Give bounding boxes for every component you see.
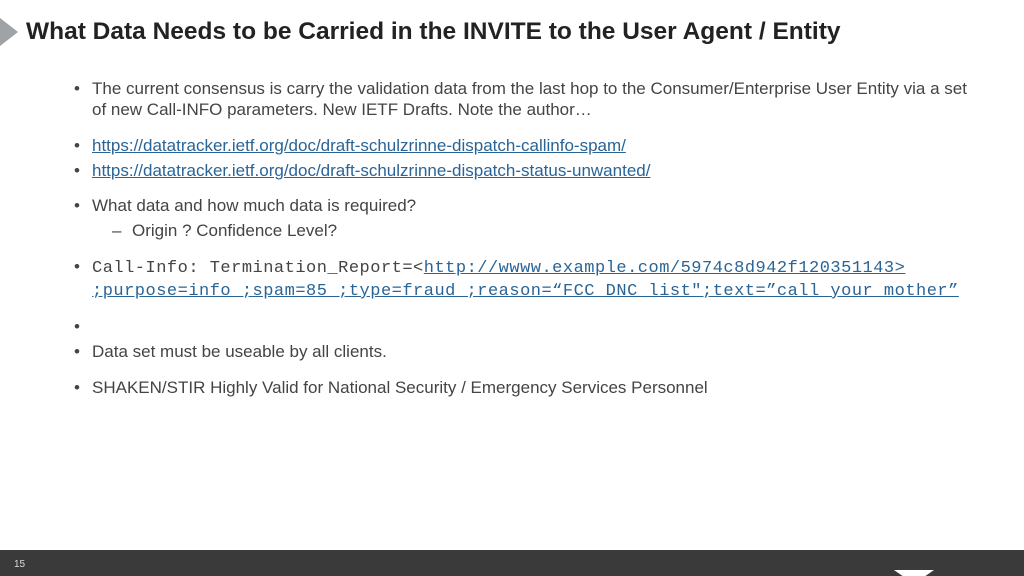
- bullet-link1: https://datatracker.ietf.org/doc/draft-s…: [74, 135, 968, 156]
- sub-bullet-list: Origin ? Confidence Level?: [92, 220, 968, 241]
- slide-body: The current consensus is carry the valid…: [0, 46, 1024, 398]
- slide-title: What Data Needs to be Carried in the INV…: [26, 18, 841, 46]
- callinfo-code: Call-Info: Termination_Report=<http://ww…: [92, 259, 959, 301]
- footer-bar: 15: [0, 550, 1024, 576]
- bullet-intro: The current consensus is carry the valid…: [74, 78, 968, 121]
- page-number: 15: [14, 559, 25, 570]
- callinfo-lead: Call-Info: Termination_Report=<: [92, 259, 424, 278]
- chevron-icon: [0, 18, 18, 46]
- bullet-link2: https://datatracker.ietf.org/doc/draft-s…: [74, 160, 968, 181]
- bullet-usable-text: Data set must be useable by all clients.: [92, 342, 387, 361]
- bullet-shaken: SHAKEN/STIR Highly Valid for National Se…: [74, 377, 968, 398]
- sub-bullet-origin-text: Origin ? Confidence Level?: [132, 221, 337, 240]
- bullet-question: What data and how much data is required?…: [74, 195, 968, 242]
- sub-bullet-origin: Origin ? Confidence Level?: [92, 220, 968, 241]
- bullet-question-text: What data and how much data is required?: [92, 196, 416, 215]
- footer-notch-icon: [894, 570, 934, 576]
- slide: What Data Needs to be Carried in the INV…: [0, 0, 1024, 576]
- link-status-unwanted[interactable]: https://datatracker.ietf.org/doc/draft-s…: [92, 161, 650, 180]
- title-row: What Data Needs to be Carried in the INV…: [0, 0, 1024, 46]
- bullet-usable: Data set must be useable by all clients.: [74, 341, 968, 362]
- bullet-shaken-text: SHAKEN/STIR Highly Valid for National Se…: [92, 378, 708, 397]
- bullet-empty: [74, 316, 968, 337]
- bullet-list: The current consensus is carry the valid…: [74, 78, 968, 398]
- bullet-intro-text: The current consensus is carry the valid…: [92, 79, 967, 119]
- link-callinfo-spam[interactable]: https://datatracker.ietf.org/doc/draft-s…: [92, 136, 626, 155]
- bullet-callinfo: Call-Info: Termination_Report=<http://ww…: [74, 256, 968, 303]
